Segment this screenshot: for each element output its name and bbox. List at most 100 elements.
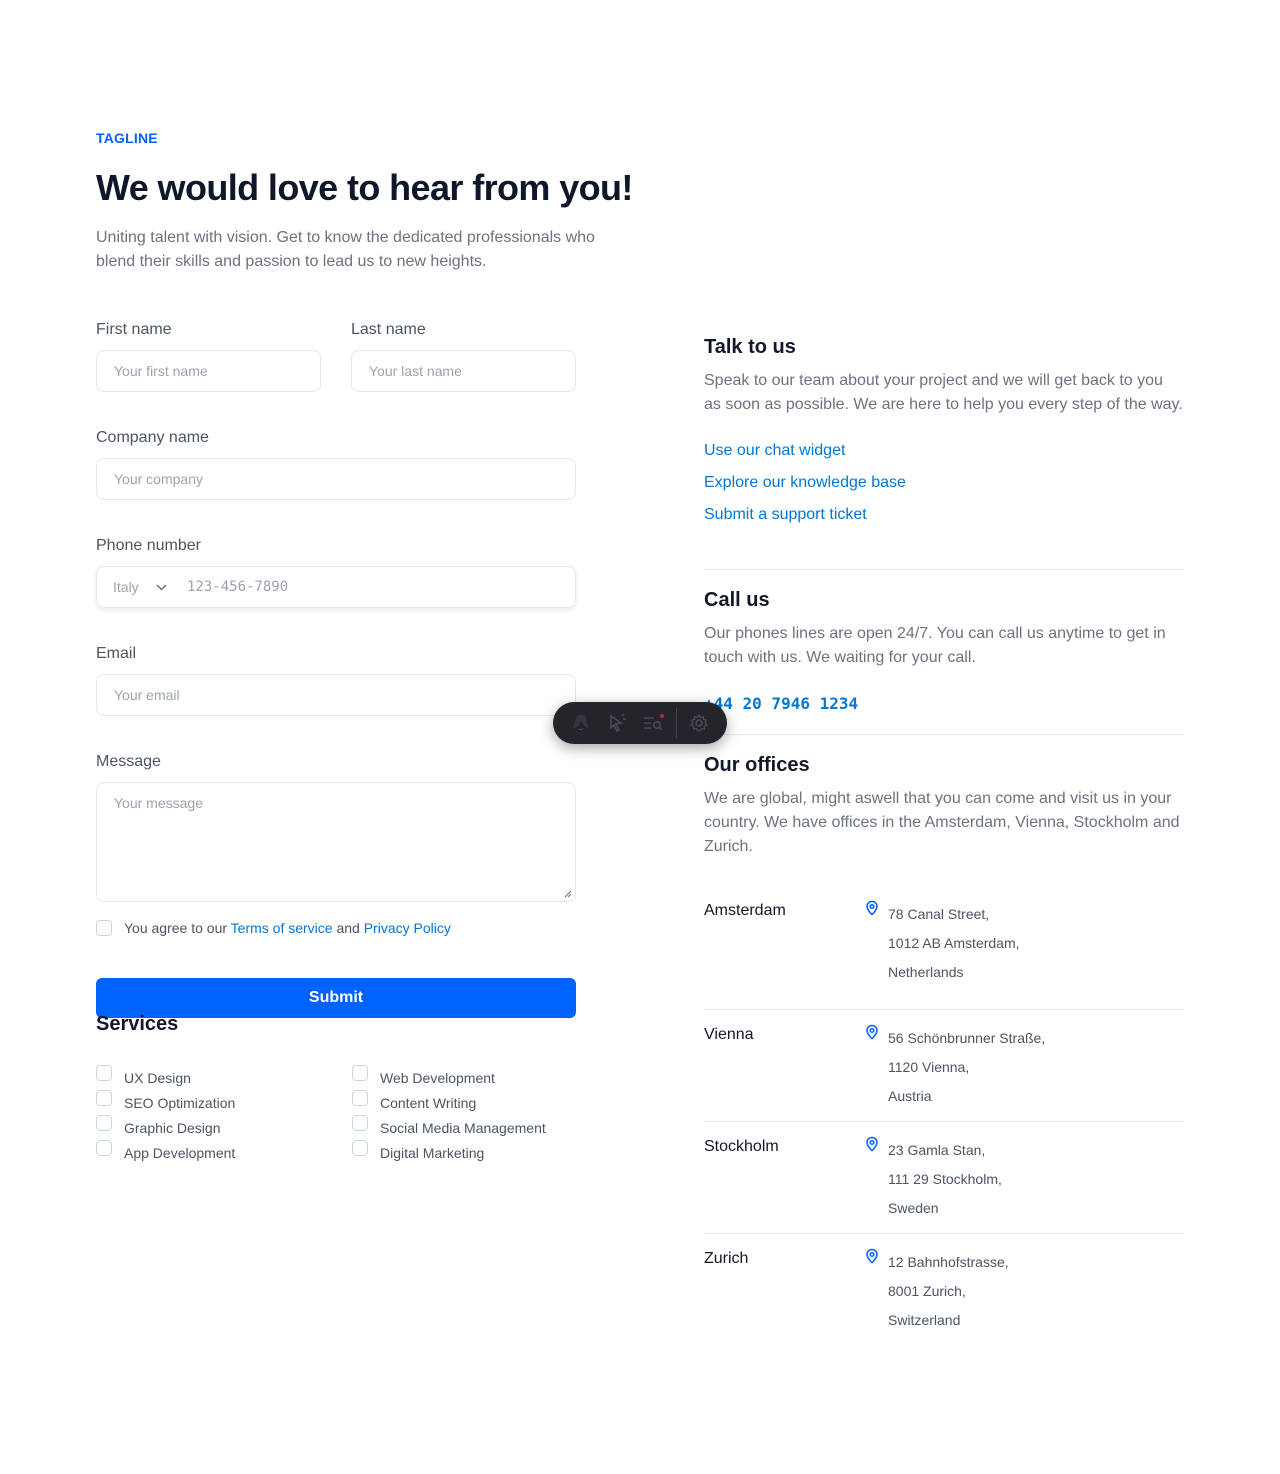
office-row: Amsterdam 78 Canal Street, 1012 AB Amste… bbox=[704, 898, 1184, 1010]
message-textarea[interactable]: Your message bbox=[96, 782, 576, 902]
service-label: UX Design bbox=[124, 1070, 191, 1086]
support-ticket-link[interactable]: Submit a support ticket bbox=[704, 505, 1184, 525]
contact-form: First name Your first name Last name You… bbox=[96, 320, 576, 1018]
map-pin-icon bbox=[866, 1024, 878, 1040]
service-label: App Development bbox=[124, 1145, 236, 1161]
phone-label: Phone number bbox=[96, 537, 201, 554]
office-city: Stockholm bbox=[704, 1138, 779, 1155]
offices-list: Amsterdam 78 Canal Street, 1012 AB Amste… bbox=[704, 898, 1184, 1346]
first-name-label: First name bbox=[96, 321, 172, 338]
last-name-label: Last name bbox=[351, 321, 426, 338]
office-city: Vienna bbox=[704, 1026, 754, 1043]
dev-toolbar bbox=[553, 702, 727, 744]
address-line: 23 Gamla Stan, bbox=[888, 1142, 986, 1158]
address-line: 78 Canal Street, bbox=[888, 906, 990, 922]
service-checkbox[interactable] bbox=[352, 1065, 368, 1081]
service-checkbox[interactable] bbox=[96, 1090, 112, 1106]
agree-and: and bbox=[336, 920, 360, 936]
phone-input[interactable]: 123-456-7890 bbox=[187, 579, 288, 595]
phone-link[interactable]: +44 20 7946 1234 bbox=[704, 694, 1184, 713]
toolbar-separator bbox=[675, 708, 677, 738]
company-input[interactable]: Your company bbox=[96, 458, 576, 500]
address-line: 1012 AB Amsterdam, bbox=[888, 935, 1020, 951]
call-title: Call us bbox=[704, 589, 770, 611]
page-subtitle: Uniting talent with vision. Get to know … bbox=[96, 229, 595, 270]
call-text: Our phones lines are open 24/7. You can … bbox=[704, 625, 1166, 666]
office-address: 56 Schönbrunner Straße, 1120 Vienna, Aus… bbox=[888, 1024, 1045, 1111]
address-line: 111 29 Stockholm, bbox=[888, 1171, 1002, 1187]
service-item[interactable]: Content Writing bbox=[352, 1090, 608, 1113]
office-city: Amsterdam bbox=[704, 902, 786, 919]
services-section: Services UX Design Web Development SEO O… bbox=[96, 1012, 596, 1163]
service-item[interactable]: App Development bbox=[96, 1140, 352, 1163]
service-item[interactable]: Digital Marketing bbox=[352, 1140, 608, 1163]
agree-prefix: You agree to our bbox=[124, 920, 228, 936]
company-label: Company name bbox=[96, 429, 209, 446]
office-address: 12 Bahnhofstrasse, 8001 Zurich, Switzerl… bbox=[888, 1248, 1009, 1335]
map-pin-icon bbox=[866, 1248, 878, 1264]
services-title: Services bbox=[96, 1013, 179, 1035]
address-line: 56 Schönbrunner Straße, bbox=[888, 1030, 1046, 1046]
office-row: Vienna 56 Schönbrunner Straße, 1120 Vien… bbox=[704, 1010, 1184, 1122]
office-row: Zurich 12 Bahnhofstrasse, 8001 Zurich, S… bbox=[704, 1234, 1184, 1346]
service-checkbox[interactable] bbox=[96, 1065, 112, 1081]
first-name-input[interactable]: Your first name bbox=[96, 350, 321, 392]
service-checkbox[interactable] bbox=[96, 1115, 112, 1131]
service-item[interactable]: UX Design bbox=[96, 1065, 352, 1088]
service-checkbox[interactable] bbox=[96, 1140, 112, 1156]
office-row: Stockholm 23 Gamla Stan, 111 29 Stockhol… bbox=[704, 1122, 1184, 1234]
office-city: Zurich bbox=[704, 1250, 749, 1267]
talk-text: Speak to our team about your project and… bbox=[704, 372, 1183, 413]
astro-logo-icon[interactable] bbox=[563, 708, 599, 738]
page-title: We would love to hear from you! bbox=[96, 167, 633, 208]
service-label: Content Writing bbox=[380, 1095, 477, 1111]
inspect-cursor-icon[interactable] bbox=[599, 708, 635, 738]
service-item[interactable]: Social Media Management bbox=[352, 1115, 608, 1138]
office-address: 78 Canal Street, 1012 AB Amsterdam, Neth… bbox=[888, 900, 1020, 987]
terms-link[interactable]: Terms of service bbox=[231, 920, 333, 936]
talk-links: Use our chat widget Explore our knowledg… bbox=[704, 441, 1184, 525]
service-checkbox[interactable] bbox=[352, 1140, 368, 1156]
service-label: Web Development bbox=[380, 1070, 495, 1086]
map-pin-icon bbox=[866, 1136, 878, 1152]
talk-title: Talk to us bbox=[704, 336, 796, 358]
offices-section: Our offices We are global, might aswell … bbox=[704, 753, 1184, 859]
address-line: 1120 Vienna, bbox=[888, 1059, 970, 1075]
service-label: SEO Optimization bbox=[124, 1095, 236, 1111]
phone-field: Italy 123-456-7890 bbox=[96, 566, 576, 608]
divider bbox=[704, 569, 1184, 570]
privacy-link[interactable]: Privacy Policy bbox=[364, 920, 451, 936]
last-name-input[interactable]: Your last name bbox=[351, 350, 576, 392]
country-select[interactable]: Italy bbox=[113, 579, 143, 595]
divider bbox=[704, 734, 1184, 735]
chevron-down-icon[interactable] bbox=[143, 583, 179, 591]
agree-row: You agree to our Terms of service and Pr… bbox=[96, 920, 576, 936]
service-label: Graphic Design bbox=[124, 1120, 221, 1136]
message-label: Message bbox=[96, 753, 161, 770]
resize-handle-icon[interactable] bbox=[564, 890, 572, 898]
talk-section: Talk to us Speak to our team about your … bbox=[704, 335, 1184, 537]
address-line: Netherlands bbox=[888, 964, 964, 980]
offices-text: We are global, might aswell that you can… bbox=[704, 790, 1180, 855]
agree-checkbox[interactable] bbox=[96, 920, 112, 936]
service-label: Digital Marketing bbox=[380, 1145, 485, 1161]
email-input[interactable]: Your email bbox=[96, 674, 576, 716]
call-section: Call us Our phones lines are open 24/7. … bbox=[704, 588, 1184, 713]
audit-list-icon[interactable] bbox=[636, 708, 672, 738]
service-checkbox[interactable] bbox=[352, 1090, 368, 1106]
map-pin-icon bbox=[866, 900, 878, 916]
service-item[interactable]: SEO Optimization bbox=[96, 1090, 352, 1113]
address-line: Sweden bbox=[888, 1200, 939, 1216]
offices-title: Our offices bbox=[704, 754, 810, 776]
address-line: Austria bbox=[888, 1088, 932, 1104]
address-line: 12 Bahnhofstrasse, bbox=[888, 1254, 1009, 1270]
knowledge-base-link[interactable]: Explore our knowledge base bbox=[704, 473, 1184, 493]
service-item[interactable]: Graphic Design bbox=[96, 1115, 352, 1138]
service-checkbox[interactable] bbox=[352, 1115, 368, 1131]
page-header: TAGLINE We would love to hear from you! … bbox=[96, 130, 656, 274]
address-line: 8001 Zurich, bbox=[888, 1283, 966, 1299]
chat-widget-link[interactable]: Use our chat widget bbox=[704, 441, 1184, 461]
service-item[interactable]: Web Development bbox=[352, 1065, 608, 1088]
settings-gear-icon[interactable] bbox=[681, 708, 717, 738]
message-placeholder: Your message bbox=[114, 795, 203, 811]
